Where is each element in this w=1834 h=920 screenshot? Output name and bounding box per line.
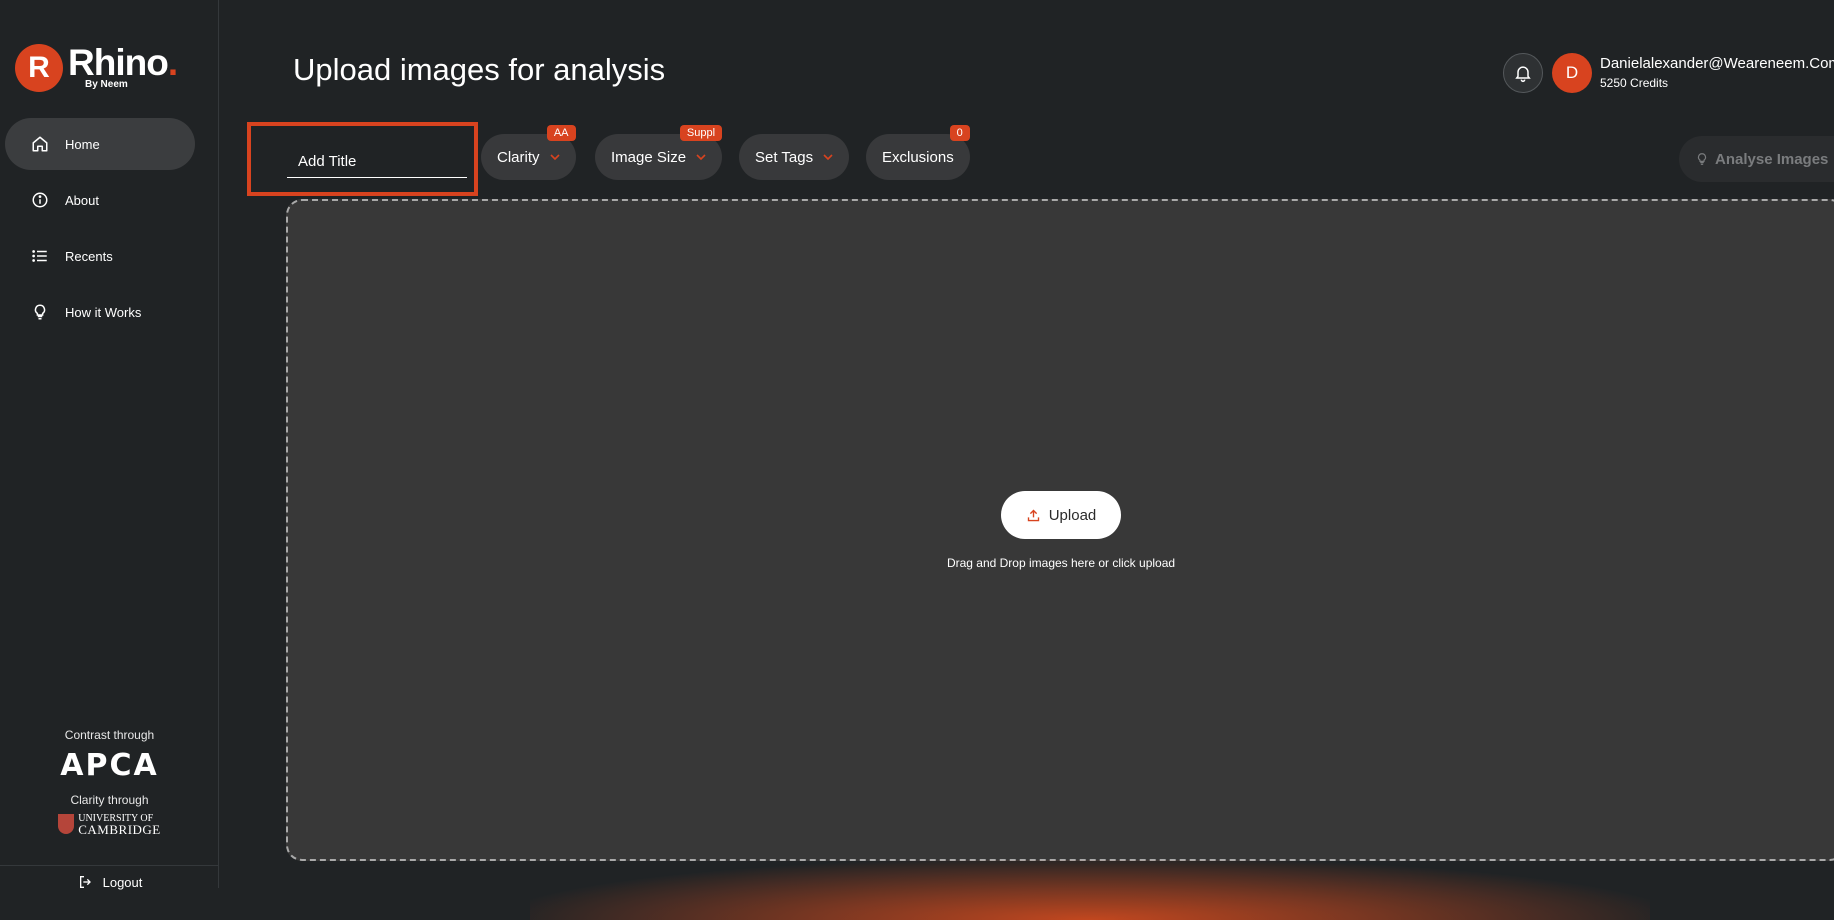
sidebar-item-label: How it Works xyxy=(65,304,142,320)
sidebar-item-label: Recents xyxy=(65,248,113,264)
logout-label: Logout xyxy=(102,874,143,890)
exclusions-label: Exclusions xyxy=(882,148,954,166)
rhino-logo-mark: R xyxy=(15,44,63,92)
notifications-button[interactable] xyxy=(1503,53,1543,93)
image-size-badge: Suppl xyxy=(679,125,723,141)
title-input-highlight xyxy=(247,122,478,196)
apca-logo: APCA xyxy=(60,748,159,783)
sidebar-nav: Home About Recents How it Works xyxy=(5,118,195,342)
sidebar: R Rhino. By Neem Home About Recents How … xyxy=(0,0,219,890)
sidebar-item-label: About xyxy=(65,192,99,208)
rhino-logo[interactable]: R Rhino. By Neem xyxy=(15,42,178,92)
cambridge-line2: CAMBRIDGE xyxy=(78,822,161,837)
home-icon xyxy=(29,133,51,155)
dropzone-hint: Drag and Drop images here or click uploa… xyxy=(946,556,1176,570)
user-email: Danielalexander@Weareneem.Com xyxy=(1600,55,1834,72)
bottom-glow xyxy=(530,860,1650,920)
lightbulb-icon xyxy=(1695,151,1709,167)
clarity-label: Clarity xyxy=(497,148,540,166)
info-icon xyxy=(29,189,51,211)
chevron-down-icon xyxy=(823,152,833,162)
bell-icon xyxy=(1513,63,1533,83)
page-title: Upload images for analysis xyxy=(293,52,666,87)
chevron-down-icon xyxy=(549,152,560,162)
upload-button[interactable]: Upload xyxy=(1001,491,1121,539)
logout-button[interactable]: Logout xyxy=(0,865,219,890)
cambridge-logo: UNIVERSITY OF CAMBRIDGE xyxy=(0,813,219,837)
title-input[interactable] xyxy=(287,146,467,178)
list-icon xyxy=(29,245,51,267)
contrast-label: Contrast through xyxy=(64,728,155,742)
image-size-label: Image Size xyxy=(611,148,687,166)
clarity-badge: AA xyxy=(546,125,576,141)
cambridge-shield-icon xyxy=(58,814,75,834)
upload-icon xyxy=(1026,508,1041,523)
logo-dot: . xyxy=(167,42,178,83)
set-tags-label: Set Tags xyxy=(755,148,814,166)
sidebar-item-recents[interactable]: Recents xyxy=(5,230,195,282)
analyse-images-button[interactable]: Analyse Images xyxy=(1679,136,1834,182)
clarity-label: Clarity through xyxy=(70,793,149,807)
exclusions-badge: 0 xyxy=(949,125,970,141)
image-size-dropdown[interactable]: Image Size Suppl xyxy=(595,125,723,180)
sidebar-item-home[interactable]: Home xyxy=(5,118,195,170)
upload-label: Upload xyxy=(1048,506,1097,524)
exclusions-button[interactable]: Exclusions 0 xyxy=(866,125,970,180)
lightbulb-icon xyxy=(29,301,51,323)
clarity-dropdown[interactable]: Clarity AA xyxy=(481,125,576,180)
partner-credits: Contrast through APCA Clarity through UN… xyxy=(0,728,219,837)
analyse-images-label: Analyse Images xyxy=(1715,150,1829,168)
chevron-down-icon xyxy=(696,152,706,162)
sidebar-item-about[interactable]: About xyxy=(5,174,195,226)
set-tags-dropdown[interactable]: Set Tags xyxy=(739,134,850,180)
sidebar-item-how-it-works[interactable]: How it Works xyxy=(5,286,195,338)
avatar[interactable]: D xyxy=(1552,53,1592,93)
sidebar-item-label: Home xyxy=(65,136,100,152)
user-credits: 5250 Credits xyxy=(1600,76,1669,90)
logo-word: Rhino xyxy=(68,42,169,83)
